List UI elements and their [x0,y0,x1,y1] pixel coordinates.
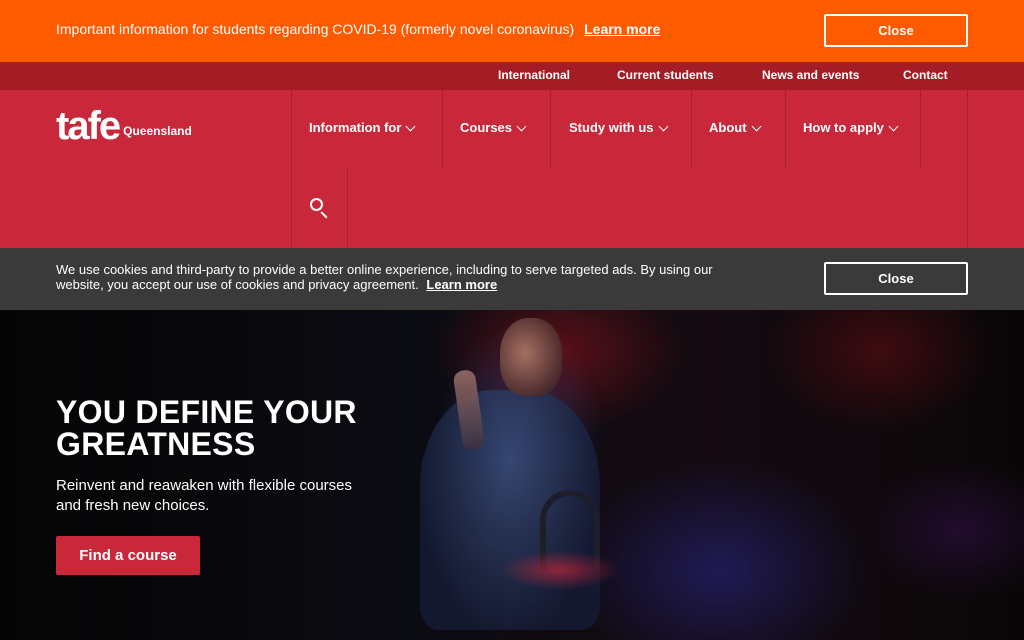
nav-divider [550,90,551,168]
nav-study-with-us[interactable]: Study with us [569,120,668,135]
chevron-down-icon [888,121,899,131]
nav-divider [967,90,968,248]
alert-message: Important information for students regar… [56,21,660,37]
cookie-learn-more-link[interactable]: Learn more [426,277,497,292]
chevron-down-icon [751,121,761,131]
hero-image-head [500,318,562,396]
nav-divider [291,90,292,248]
nav-divider [785,90,786,168]
logo-wordmark: tafe [56,104,121,148]
logo-subtitle: Queensland [123,124,192,138]
nav-label: How to apply [803,120,884,135]
cookie-text: We use cookies and third-party to provid… [56,262,713,292]
nav-label: About [709,120,747,135]
chevron-down-icon [405,121,416,131]
nav-divider [691,90,692,168]
nav-divider [442,90,443,168]
utility-link-international[interactable]: International [498,68,570,82]
hero-image-glow [500,550,620,590]
hero-title: YOU DEFINE YOUR GREATNESS [56,394,357,462]
nav-how-to-apply[interactable]: How to apply [803,120,899,135]
hero-subtitle: Reinvent and reawaken with flexible cour… [56,477,352,514]
nav-label: Information for [309,120,402,135]
nav-courses[interactable]: Courses [460,120,527,135]
utility-link-current-students[interactable]: Current students [617,68,714,82]
nav-information-for[interactable]: Information for [309,120,416,135]
alert-learn-more-link[interactable]: Learn more [584,21,660,37]
tafe-logo[interactable]: tafe Queensland [56,106,192,146]
utility-nav: International Current students News and … [0,62,1024,90]
cookie-close-button[interactable]: Close [824,262,968,295]
alert-text: Important information for students regar… [56,21,575,37]
nav-label: Courses [460,120,513,135]
nav-label: Study with us [569,120,654,135]
nav-divider [920,90,921,168]
utility-link-news-and-events[interactable]: News and events [762,68,859,82]
nav-divider [347,168,348,248]
alert-close-button[interactable]: Close [824,14,968,47]
cookie-message: We use cookies and third-party to provid… [56,262,736,292]
find-a-course-button[interactable]: Find a course [56,536,200,575]
covid-alert-bar: Important information for students regar… [0,0,1024,62]
chevron-down-icon [658,121,668,131]
hero-banner: YOU DEFINE YOUR GREATNESS Reinvent and r… [0,310,1024,640]
chevron-down-icon [516,121,527,131]
utility-link-contact[interactable]: Contact [903,68,948,82]
main-header: tafe Queensland Information for Courses … [0,90,1024,248]
search-button[interactable] [308,196,332,220]
cookie-banner: We use cookies and third-party to provid… [0,248,1024,310]
nav-about[interactable]: About [709,120,761,135]
